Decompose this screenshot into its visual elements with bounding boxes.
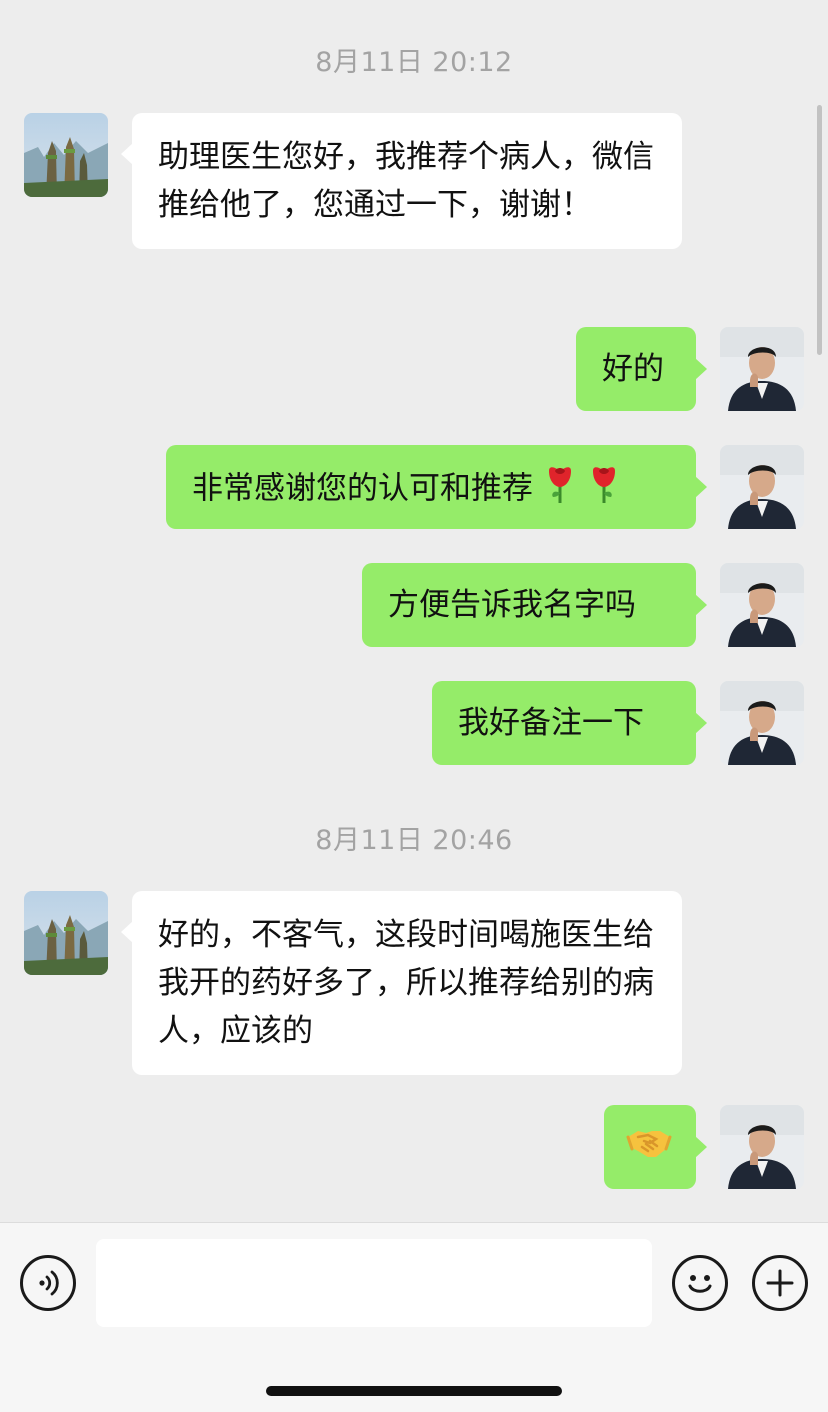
timestamp: 8月11日 20:46 [315, 825, 513, 856]
person-portrait-icon [720, 445, 804, 529]
plus-icon [766, 1269, 794, 1297]
message-text: 助理医生您好，我推荐个病人，微信推给他了，您通过一下，谢谢！ [158, 139, 654, 223]
voice-button[interactable] [20, 1255, 76, 1311]
message-text: 我好备注一下 [458, 705, 644, 741]
home-indicator[interactable] [266, 1386, 562, 1396]
message-text: 好的 [602, 351, 664, 387]
incoming-message-bubble[interactable]: 助理医生您好，我推荐个病人，微信推给他了，您通过一下，谢谢！ [121, 113, 682, 249]
scrollbar[interactable] [817, 105, 822, 355]
message-text: 好的，不客气，这段时间喝施医生给我开的药好多了，所以推荐给别的病人，应该的 [158, 917, 654, 1049]
mountain-landscape-icon [24, 891, 108, 975]
emoji-button[interactable] [672, 1255, 728, 1311]
outgoing-message-bubble[interactable]: 方便告诉我名字吗 [362, 563, 707, 647]
my-avatar[interactable] [720, 563, 804, 647]
message-text: 方便告诉我名字吗 [388, 587, 636, 623]
person-portrait-icon [720, 681, 804, 765]
contact-avatar[interactable] [24, 113, 108, 197]
voice-icon [39, 1270, 59, 1296]
emoji-icon [688, 1275, 712, 1293]
person-portrait-icon [720, 327, 804, 411]
outgoing-message-bubble[interactable]: 好的 [576, 327, 707, 411]
input-bar [0, 1222, 828, 1412]
plus-button[interactable] [752, 1255, 808, 1311]
mountain-landscape-icon [24, 113, 108, 197]
person-portrait-icon [720, 563, 804, 647]
message-text: 非常感谢您的认可和推荐 [192, 470, 533, 507]
incoming-message-bubble[interactable]: 好的，不客气，这段时间喝施医生给我开的药好多了，所以推荐给别的病人，应该的 [121, 891, 682, 1075]
my-avatar[interactable] [720, 1105, 804, 1189]
rose-icon [543, 463, 577, 517]
my-avatar[interactable] [720, 681, 804, 765]
handshake-icon [626, 1123, 672, 1177]
timestamp: 8月11日 20:12 [315, 47, 513, 78]
chat-area[interactable]: 8月11日 20:12 助理医生您好，我推荐个病人，微信推给他了，您通过一下，谢… [0, 0, 828, 1222]
contact-avatar[interactable] [24, 891, 108, 975]
my-avatar[interactable] [720, 445, 804, 529]
outgoing-message-bubble[interactable] [604, 1105, 707, 1189]
rose-icon [587, 463, 621, 517]
message-input[interactable] [96, 1239, 652, 1327]
outgoing-message-bubble[interactable]: 非常感谢您的认可和推荐 [166, 445, 707, 529]
my-avatar[interactable] [720, 327, 804, 411]
person-portrait-icon [720, 1105, 804, 1189]
outgoing-message-bubble[interactable]: 我好备注一下 [432, 681, 707, 765]
